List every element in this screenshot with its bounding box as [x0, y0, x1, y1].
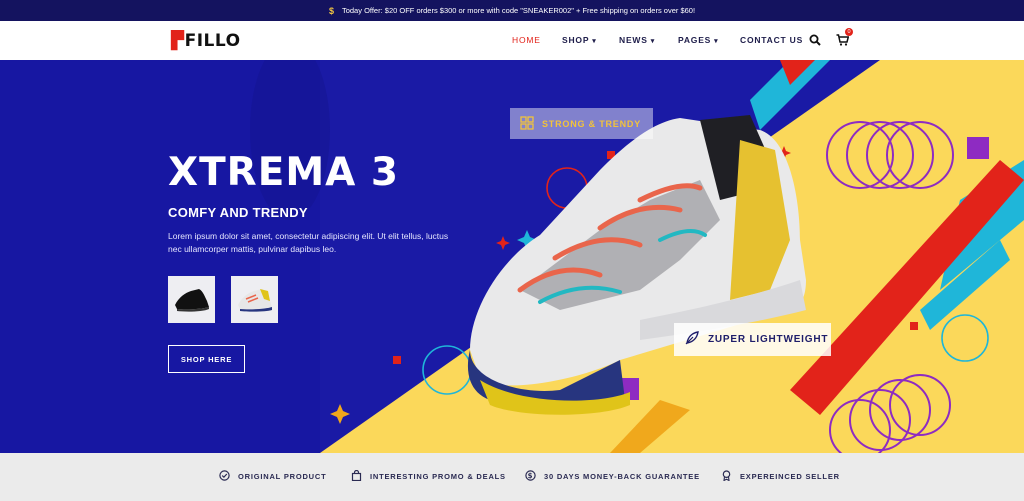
- check-circle-icon: [219, 470, 230, 483]
- strong-trendy-label: STRONG & TRENDY: [542, 118, 642, 129]
- product-thumbnail-color[interactable]: [231, 276, 278, 323]
- logo-text: FILLO: [184, 31, 241, 51]
- feature-promo-deals: INTERESTING PROMO & DEALS: [351, 469, 506, 483]
- nav-news-label: NEWS: [619, 35, 648, 45]
- nav-shop-label: SHOP: [562, 35, 590, 45]
- feature-experienced-seller: EXPEREINCED SELLER: [721, 470, 840, 483]
- nav-shop[interactable]: SHOP ▾: [562, 35, 597, 45]
- shopping-bag-icon: [351, 469, 362, 483]
- announcement-text: Today Offer: $20 OFF orders $300 or more…: [341, 6, 696, 15]
- chevron-down-icon: ▾: [592, 38, 597, 45]
- feature-label: EXPEREINCED SELLER: [740, 472, 840, 481]
- cart-count-badge: 0: [845, 28, 853, 36]
- hero-title: XTREMA 3: [168, 150, 400, 195]
- search-icon[interactable]: [809, 33, 821, 51]
- site-header: ▛FILLO HOME SHOP ▾ NEWS ▾ PAGES ▾ CONTACT U…: [0, 21, 1024, 60]
- zuper-lightweight-label: ZUPER LIGHTWEIGHT: [708, 334, 829, 345]
- strong-trendy-badge: STRONG & TRENDY: [510, 108, 653, 139]
- chevron-down-icon: ▾: [650, 38, 656, 45]
- feature-original-product: ORIGINAL PRODUCT: [219, 470, 327, 483]
- shop-here-button[interactable]: SHOP HERE: [168, 345, 245, 373]
- hero-description: Lorem ipsum dolor sit amet, consectetur …: [168, 231, 449, 254]
- grid-icon: [520, 115, 534, 132]
- nav-news[interactable]: NEWS ▾: [619, 35, 655, 45]
- site-logo[interactable]: ▛FILLO: [171, 31, 241, 51]
- nav-contact[interactable]: CONTACT US: [740, 35, 803, 45]
- nav-contact-label: CONTACT US: [740, 35, 804, 45]
- feature-label: INTERESTING PROMO & DEALS: [370, 472, 506, 481]
- announcement-bar: $ Today Offer: $20 OFF orders $300 or mo…: [0, 0, 1024, 21]
- nav-pages-label: PAGES: [678, 35, 712, 45]
- logo-mark: ▛: [171, 31, 185, 51]
- award-icon: [721, 470, 732, 483]
- dollar-icon: $: [328, 5, 334, 16]
- nav-pages[interactable]: PAGES ▾: [678, 35, 718, 45]
- features-bar: ORIGINAL PRODUCT INTERESTING PROMO & DEA…: [0, 453, 1024, 501]
- zuper-lightweight-badge: ZUPER LIGHTWEIGHT: [674, 323, 831, 356]
- money-back-icon: $: [525, 470, 536, 483]
- svg-text:$: $: [528, 472, 534, 480]
- hero-section: XTREMA 3 COMFY AND TRENDY Lorem ipsum do…: [0, 60, 1024, 453]
- feather-icon: [684, 330, 700, 349]
- nav-home-label: HOME: [512, 35, 541, 45]
- feature-money-back: $ 30 DAYS MONEY-BACK GUARANTEE: [525, 470, 700, 483]
- hero-subtitle: COMFY AND TRENDY: [168, 205, 308, 220]
- chevron-down-icon: ▾: [714, 38, 719, 45]
- nav-home[interactable]: HOME: [512, 35, 541, 45]
- feature-label: 30 DAYS MONEY-BACK GUARANTEE: [544, 472, 700, 481]
- product-thumbnail-black[interactable]: [168, 276, 215, 323]
- feature-label: ORIGINAL PRODUCT: [238, 472, 327, 481]
